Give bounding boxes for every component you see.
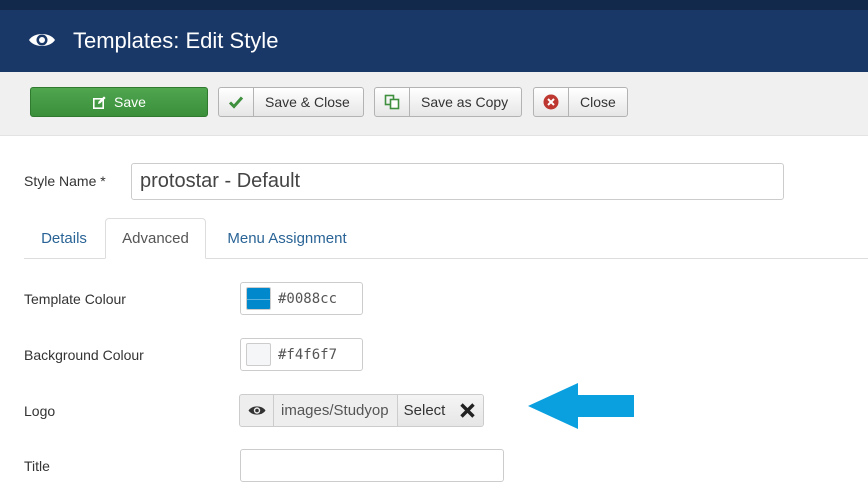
save-button-label: Save: [114, 94, 146, 110]
tab-menu-assignment[interactable]: Menu Assignment: [207, 218, 367, 259]
save-close-button[interactable]: Save & Close: [218, 87, 364, 117]
background-colour-field[interactable]: #f4f6f7: [240, 338, 363, 371]
template-colour-field[interactable]: #0088cc: [240, 282, 363, 315]
style-name-input[interactable]: [131, 163, 784, 200]
title-label: Title: [24, 458, 50, 474]
background-colour-label: Background Colour: [24, 347, 144, 363]
toolbar: Save Save & Close Save as Copy Close: [0, 72, 868, 136]
logo-label: Logo: [24, 403, 56, 419]
preview-eye-icon[interactable]: [240, 395, 274, 426]
template-colour-swatch[interactable]: [246, 287, 271, 310]
copy-icon: [375, 88, 410, 116]
logo-media-field: images/Studyop Select: [239, 394, 484, 427]
save-as-copy-button[interactable]: Save as Copy: [374, 87, 522, 117]
background-colour-value: #f4f6f7: [278, 347, 338, 363]
logo-select-button[interactable]: Select: [397, 395, 452, 426]
clear-x-icon[interactable]: [451, 395, 483, 426]
eye-icon: [28, 29, 56, 51]
edit-icon: [93, 96, 106, 109]
logo-path-value[interactable]: images/Studyop: [274, 395, 397, 426]
tab-advanced[interactable]: Advanced: [105, 218, 206, 259]
save-as-copy-label: Save as Copy: [421, 94, 509, 110]
close-circle-icon: [534, 88, 569, 116]
save-close-label: Save & Close: [265, 94, 350, 110]
left-arrow-icon: [528, 383, 634, 429]
close-label: Close: [580, 94, 616, 110]
title-input[interactable]: [240, 449, 504, 482]
close-button[interactable]: Close: [533, 87, 628, 117]
check-icon: [219, 88, 254, 116]
background-colour-swatch[interactable]: [246, 343, 271, 366]
tab-details[interactable]: Details: [24, 218, 104, 259]
top-strip: [0, 0, 868, 10]
page-header: Templates: Edit Style: [0, 10, 868, 72]
page-title: Templates: Edit Style: [73, 28, 279, 53]
save-button[interactable]: Save: [30, 87, 208, 117]
style-name-label: Style Name *: [24, 173, 106, 189]
template-colour-label: Template Colour: [24, 291, 126, 307]
template-colour-value: #0088cc: [278, 291, 338, 307]
